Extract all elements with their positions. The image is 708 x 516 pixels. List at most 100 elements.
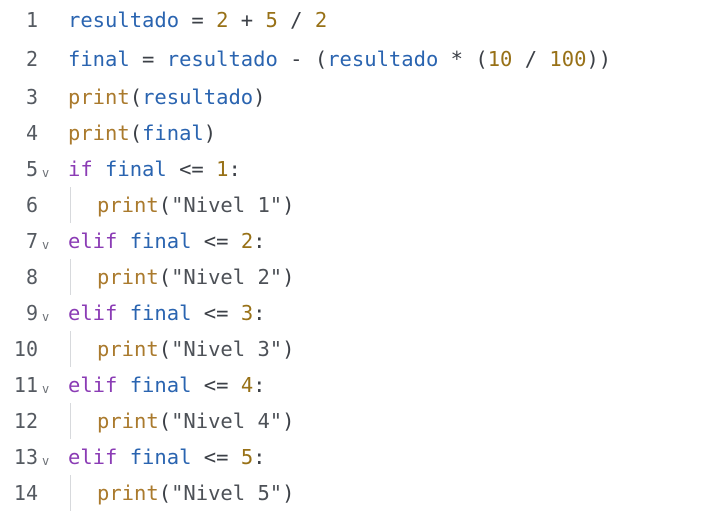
code-token: ( <box>475 47 488 71</box>
code-line[interactable]: 14 print("Nivel 5") <box>0 475 708 511</box>
code-token: print <box>97 265 159 289</box>
code-line[interactable]: 3 print(resultado) <box>0 79 708 115</box>
code-token: ( <box>129 85 143 109</box>
code-text: print("Nivel 5") <box>97 475 295 511</box>
code-token: print <box>68 85 130 109</box>
code-token: <= <box>191 301 241 325</box>
indent-guide <box>70 475 71 511</box>
line-number: 4 <box>25 121 38 145</box>
code-token: * <box>438 47 476 71</box>
line-number: 5 <box>25 157 38 181</box>
code-line[interactable]: 10 print("Nivel 3") <box>0 331 708 367</box>
code-token: final <box>129 445 192 469</box>
code-line[interactable]: 12 print("Nivel 4") <box>0 403 708 439</box>
code-token: final <box>129 229 192 253</box>
code-token: 5 <box>240 445 254 469</box>
code-token: ( <box>158 337 172 361</box>
line-number: 1 <box>25 8 38 32</box>
line-number: 8 <box>25 265 38 289</box>
code-text: elif final <= 5: <box>68 439 266 475</box>
code-token: <= <box>191 229 241 253</box>
fold-chevron-icon[interactable]: v <box>42 443 49 479</box>
code-token: if <box>68 157 93 181</box>
code-token: ) <box>282 265 295 289</box>
code-token: : <box>253 229 266 253</box>
fold-chevron-icon[interactable]: v <box>42 299 49 335</box>
code-token: - <box>277 47 315 71</box>
code-token: final <box>142 121 204 145</box>
line-number: 11 <box>13 373 38 397</box>
code-token: : <box>228 157 241 181</box>
code-token: "Nivel 5" <box>171 481 283 505</box>
line-number: 13 <box>13 445 38 469</box>
code-token: ) <box>203 121 217 145</box>
code-token: ( <box>129 121 143 145</box>
line-number: 2 <box>25 47 38 71</box>
code-token: + <box>228 8 266 32</box>
code-token: ( <box>158 193 172 217</box>
code-token: : <box>253 301 266 325</box>
code-token: ( <box>314 47 328 71</box>
line-number: 3 <box>25 85 38 109</box>
code-token: / <box>277 8 315 32</box>
code-line[interactable]: 5 v if final <= 1: <box>0 151 708 187</box>
code-text: elif final <= 3: <box>68 295 266 331</box>
indent-guide <box>70 259 71 295</box>
code-token: = <box>179 8 217 32</box>
code-text: final = resultado - (resultado * (10 / 1… <box>68 41 611 77</box>
code-token: <= <box>191 445 241 469</box>
line-number: 14 <box>13 481 38 505</box>
line-number: 6 <box>25 193 38 217</box>
code-token: "Nivel 1" <box>171 193 283 217</box>
code-token: ) <box>282 193 295 217</box>
code-token: final <box>129 301 192 325</box>
code-line[interactable]: 7 v elif final <= 2: <box>0 223 708 259</box>
code-line[interactable]: 2 final = resultado - (resultado * (10 / … <box>0 41 708 77</box>
code-editor[interactable]: 1 resultado = 2 + 5 / 2 2 final = resultado… <box>0 0 708 516</box>
code-token: "Nivel 4" <box>171 409 283 433</box>
code-line[interactable]: 1 resultado = 2 + 5 / 2 <box>0 2 708 38</box>
fold-chevron-icon[interactable]: v <box>42 155 49 191</box>
code-token: resultado <box>166 47 278 71</box>
code-token: print <box>97 193 159 217</box>
code-token: 4 <box>240 373 254 397</box>
code-token: elif <box>68 301 118 325</box>
code-text: print("Nivel 3") <box>97 331 295 367</box>
code-token: print <box>97 409 159 433</box>
code-line[interactable]: 6 print("Nivel 1") <box>0 187 708 223</box>
code-token: 2 <box>314 8 328 32</box>
code-token: )) <box>586 47 612 71</box>
code-text: print("Nivel 4") <box>97 403 295 439</box>
line-number: 12 <box>13 409 38 433</box>
code-token: final <box>105 157 167 181</box>
indent-guide <box>70 331 71 367</box>
code-token: final <box>129 373 192 397</box>
code-token: ) <box>282 337 295 361</box>
code-token: 2 <box>216 8 229 32</box>
code-token: elif <box>68 229 118 253</box>
code-token: 5 <box>265 8 278 32</box>
code-token: elif <box>68 445 118 469</box>
code-text: print("Nivel 1") <box>97 187 295 223</box>
code-token: = <box>129 47 167 71</box>
code-line[interactable]: 13 v elif final <= 5: <box>0 439 708 475</box>
code-token: elif <box>68 373 118 397</box>
code-token: "Nivel 2" <box>171 265 283 289</box>
code-token: <= <box>166 157 217 181</box>
code-token: 3 <box>240 301 254 325</box>
code-line[interactable]: 4 print(final) <box>0 115 708 151</box>
code-line[interactable]: 11 v elif final <= 4: <box>0 367 708 403</box>
code-token: print <box>97 337 159 361</box>
code-line[interactable]: 8 print("Nivel 2") <box>0 259 708 295</box>
fold-chevron-icon[interactable]: v <box>42 227 49 263</box>
code-text: if final <= 1: <box>68 151 241 187</box>
code-line[interactable]: 9 v elif final <= 3: <box>0 295 708 331</box>
line-number: 10 <box>13 337 38 361</box>
fold-chevron-icon[interactable]: v <box>42 371 49 407</box>
code-text: elif final <= 4: <box>68 367 266 403</box>
code-token: resultado <box>68 8 180 32</box>
code-token: resultado <box>142 85 254 109</box>
